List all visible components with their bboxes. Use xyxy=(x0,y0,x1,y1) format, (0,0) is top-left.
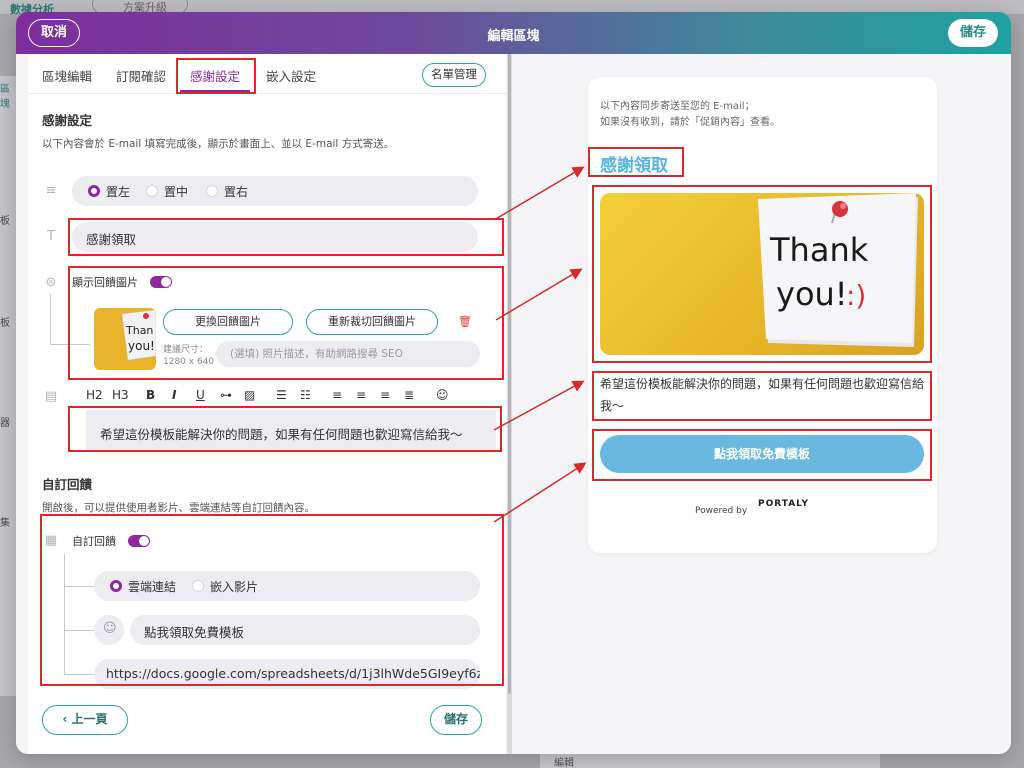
background-left-hint: 集 xyxy=(0,518,10,529)
tab-bar: 區塊編輯 訂閱確認 感謝設定 嵌入設定 名單管理 xyxy=(28,54,506,94)
header-save-button[interactable]: 儲存 xyxy=(948,19,998,47)
h2-button[interactable]: H2 xyxy=(86,388,103,402)
custom-section-title: 自訂回饋 xyxy=(42,477,93,492)
tab-embed-settings[interactable]: 嵌入設定 xyxy=(266,66,316,85)
toggle-settings-icon: ⊜ xyxy=(45,275,57,290)
rich-text-toolbar: H2 H3 B I U ⊶ ▨ ☰ ☷ ≡ ≡ ≡ ≣ ☺ xyxy=(86,386,496,406)
alignment-selector: 置左 置中 置右 xyxy=(72,176,478,206)
background-left-hint: 板 xyxy=(0,216,10,227)
background-left-rail: 區塊 板 板 器 集 xyxy=(0,76,16,696)
underline-button[interactable]: U xyxy=(196,388,205,402)
document-icon: ▤ xyxy=(44,389,58,404)
preview-note-line2: 如果沒有收到，請於「促銷內容」查看。 xyxy=(600,117,780,128)
align-left-icon: ≡ xyxy=(45,183,57,198)
align-left-text-icon[interactable]: ≡ xyxy=(332,388,342,402)
background-left-hint: 板 xyxy=(0,318,10,329)
radio-align-center[interactable] xyxy=(146,185,158,197)
emoji-icon[interactable]: ☺ xyxy=(436,388,449,402)
portaly-logo: PORTALY xyxy=(758,499,810,509)
annotation-box-tab xyxy=(176,58,256,94)
annotation-box-preview-body xyxy=(592,371,932,421)
justify-text-icon[interactable]: ≣ xyxy=(404,388,414,402)
text-type-icon: T xyxy=(47,229,55,244)
radio-align-right[interactable] xyxy=(206,185,218,197)
align-center-label: 置中 xyxy=(164,185,189,199)
annotation-box-preview-title xyxy=(588,147,684,177)
editor-scrollbar[interactable] xyxy=(508,54,511,694)
align-right-label: 置右 xyxy=(224,185,249,199)
footer-save-button[interactable]: 儲存 xyxy=(430,705,482,735)
tab-block-edit[interactable]: 區塊編輯 xyxy=(42,66,92,85)
align-left-label: 置左 xyxy=(106,185,131,199)
annotation-box-preview-image xyxy=(592,185,932,363)
powered-by-label: Powered by xyxy=(695,506,748,516)
editor-panel: 區塊編輯 訂閱確認 感謝設定 嵌入設定 名單管理 感謝設定 以下內容會於 E-m… xyxy=(28,54,506,754)
background-bottom-label: 編輯 xyxy=(540,754,880,768)
annotation-box-heading xyxy=(68,218,504,256)
thanks-section-desc: 以下內容會於 E-mail 填寫完成後，顯示於畫面上、並以 E-mail 方式寄… xyxy=(42,138,395,150)
previous-page-label: 上一頁 xyxy=(71,712,108,726)
edit-block-modal: 取消 編輯區塊 儲存 區塊編輯 訂閱確認 感謝設定 嵌入設定 名單管理 感謝設定… xyxy=(16,12,1011,754)
radio-align-left[interactable] xyxy=(88,185,100,197)
annotation-box-custom xyxy=(40,514,504,686)
custom-section-desc: 開啟後，可以提供使用者影片、雲端連結等自訂回饋內容。 xyxy=(42,502,315,514)
background-left-hint: 器 xyxy=(0,418,10,429)
chevron-left-icon: ‹ xyxy=(62,712,72,726)
previous-page-button[interactable]: ‹ 上一頁 xyxy=(42,705,128,735)
annotation-box-preview-button xyxy=(592,429,932,481)
list-manage-button[interactable]: 名單管理 xyxy=(422,63,486,87)
tab-subscribe-confirm[interactable]: 訂閱確認 xyxy=(116,66,166,85)
link-icon[interactable]: ⊶ xyxy=(220,388,232,402)
annotation-box-image xyxy=(68,266,504,380)
h3-button[interactable]: H3 xyxy=(112,388,129,402)
italic-button[interactable]: I xyxy=(172,388,176,402)
bold-button[interactable]: B xyxy=(146,388,155,402)
tree-line xyxy=(50,294,51,344)
bullet-list-icon[interactable]: ☰ xyxy=(276,388,287,402)
align-right-text-icon[interactable]: ≡ xyxy=(380,388,390,402)
thanks-section-title: 感謝設定 xyxy=(42,113,93,128)
modal-header: 取消 編輯區塊 儲存 xyxy=(16,12,1011,54)
align-center-text-icon[interactable]: ≡ xyxy=(356,388,366,402)
annotation-box-body xyxy=(68,406,502,452)
background-left-hint: 區塊 xyxy=(0,84,10,110)
preview-note-line1: 以下內容同步寄送至您的 E-mail； xyxy=(600,101,755,112)
modal-title: 編輯區塊 xyxy=(487,29,540,44)
preview-card: 以下內容同步寄送至您的 E-mail； 如果沒有收到，請於「促銷內容」查看。 感… xyxy=(588,77,937,553)
image-icon[interactable]: ▨ xyxy=(244,388,255,402)
numbered-list-icon[interactable]: ☷ xyxy=(300,388,311,402)
